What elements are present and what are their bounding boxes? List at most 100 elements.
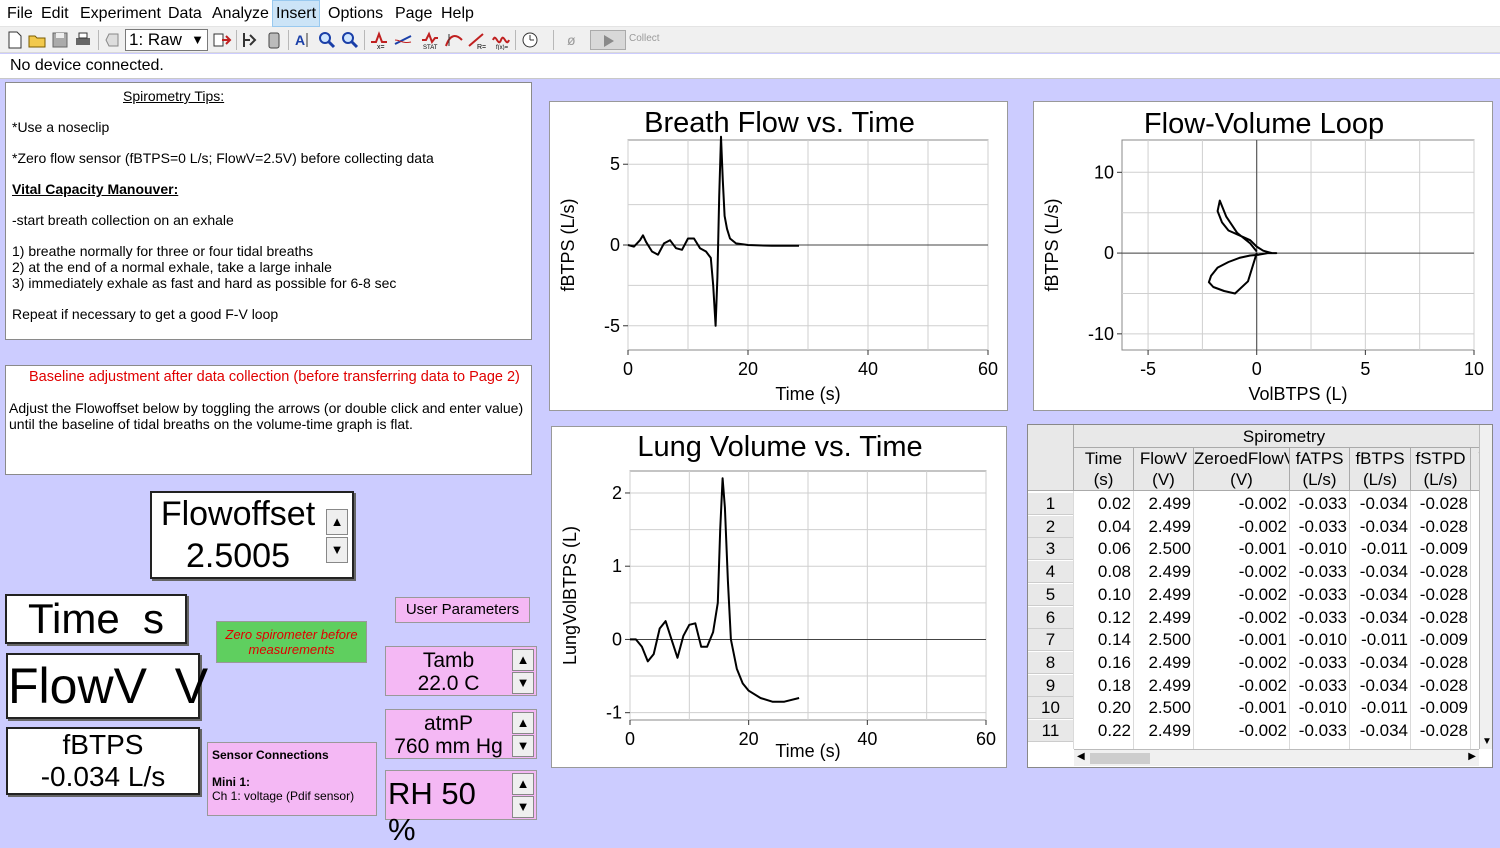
table-cell[interactable]: 2.500 [1134, 538, 1191, 560]
table-cell[interactable]: 0.10 [1074, 584, 1131, 606]
table-cell[interactable]: -0.034 [1350, 493, 1408, 515]
table-cell[interactable]: -0.034 [1350, 516, 1408, 538]
scroll-thumb[interactable] [1090, 753, 1150, 764]
open-folder-icon[interactable] [27, 30, 47, 50]
zoom-out-icon[interactable] [340, 30, 360, 50]
atmp-parameter[interactable]: atmP 760 mm Hg ▲ ▼ [385, 709, 537, 759]
table-cell[interactable]: 2.499 [1134, 720, 1191, 742]
table-cell[interactable]: -0.002 [1194, 561, 1287, 583]
table-cell[interactable]: -0.028 [1411, 584, 1468, 606]
table-cell[interactable]: 0.02 [1074, 493, 1131, 515]
table-row-number[interactable]: 11 [1028, 720, 1074, 742]
flow-volume-chart[interactable]: Flow-Volume Loop -5 0 5 10 10 0 -10 VolBTPS (L) f… [1033, 101, 1493, 411]
flowv-meter[interactable]: FlowV V [6, 653, 208, 719]
table-cell[interactable]: -0.009 [1411, 697, 1468, 719]
table-cell[interactable]: -0.028 [1411, 607, 1468, 629]
table-cell[interactable]: -0.034 [1350, 652, 1408, 674]
page-select[interactable]: 1: Raw ▼ [125, 29, 208, 51]
table-row-number[interactable]: 2 [1028, 515, 1074, 538]
lung-volume-chart[interactable]: Lung Volume vs. Time 0 20 40 60 2 1 0 -1 Time (s)… [551, 426, 1007, 768]
table-cell[interactable]: 2.500 [1134, 629, 1191, 651]
table-cell[interactable]: -0.010 [1290, 697, 1347, 719]
table-cell[interactable]: -0.028 [1411, 516, 1468, 538]
curve-fit-icon[interactable]: f(x)= [491, 30, 511, 50]
table-cell[interactable]: -0.002 [1194, 607, 1287, 629]
user-parameters-button[interactable]: User Parameters [395, 597, 530, 623]
table-cell[interactable]: -0.028 [1411, 720, 1468, 742]
linear-fit-icon[interactable]: R= [467, 30, 487, 50]
table-cell[interactable]: -0.034 [1350, 561, 1408, 583]
table-cell[interactable]: -0.028 [1411, 561, 1468, 583]
table-row-number[interactable]: 4 [1028, 561, 1074, 584]
table-cell[interactable]: -0.011 [1350, 629, 1408, 651]
page-forward-icon[interactable] [212, 30, 232, 50]
table-cell[interactable]: -0.033 [1290, 516, 1347, 538]
table-cell[interactable]: 0.22 [1074, 720, 1131, 742]
table-cell[interactable]: 2.499 [1134, 652, 1191, 674]
page-back-icon[interactable] [103, 30, 123, 50]
menu-experiment[interactable]: Experiment [77, 0, 164, 27]
scroll-down-icon[interactable]: ▼ [1482, 736, 1492, 747]
table-cell[interactable]: 0.16 [1074, 652, 1131, 674]
save-icon[interactable] [50, 30, 70, 50]
table-row-number[interactable]: 8 [1028, 651, 1074, 674]
table-column-header[interactable]: ZeroedFlowV (V) [1194, 448, 1290, 491]
table-cell[interactable]: -0.002 [1194, 675, 1287, 697]
zoom-in-icon[interactable] [317, 30, 337, 50]
table-cell[interactable]: -0.028 [1411, 675, 1468, 697]
table-cell[interactable]: -0.033 [1290, 652, 1347, 674]
scroll-right-icon[interactable]: ▶ [1468, 751, 1476, 762]
table-icon[interactable] [241, 30, 261, 50]
table-cell[interactable]: -0.034 [1350, 675, 1408, 697]
table-cell[interactable]: -0.033 [1290, 493, 1347, 515]
flowoffset-decrement[interactable]: ▼ [326, 537, 348, 563]
tamb-parameter[interactable]: Tamb 22.0 C ▲ ▼ [385, 646, 537, 696]
table-cell[interactable]: -0.002 [1194, 493, 1287, 515]
table-cell[interactable]: 2.499 [1134, 675, 1191, 697]
table-row-number[interactable]: 1 [1028, 493, 1074, 515]
flowoffset-increment[interactable]: ▲ [326, 509, 348, 535]
menu-page[interactable]: Page [392, 0, 435, 27]
rh-decrement[interactable]: ▼ [512, 796, 534, 818]
time-meter[interactable]: Time s [5, 594, 187, 644]
zero-icon[interactable]: ø [562, 30, 582, 50]
table-cell[interactable]: -0.033 [1290, 584, 1347, 606]
menu-file[interactable]: File [4, 0, 36, 27]
table-cell[interactable]: -0.033 [1290, 561, 1347, 583]
examine-icon[interactable]: x= [369, 30, 389, 50]
spirometry-tips-panel[interactable]: Spirometry Tips: *Use a noseclip *Zero f… [5, 82, 532, 340]
table-row-number[interactable]: 3 [1028, 538, 1074, 561]
table-row-number[interactable]: 9 [1028, 674, 1074, 697]
table-cell[interactable]: 0.12 [1074, 607, 1131, 629]
table-cell[interactable]: -0.010 [1290, 629, 1347, 651]
table-cell[interactable]: 0.20 [1074, 697, 1131, 719]
table-cell[interactable]: -0.002 [1194, 652, 1287, 674]
table-cell[interactable]: -0.011 [1350, 538, 1408, 560]
rh-increment[interactable]: ▲ [512, 773, 534, 795]
table-cell[interactable]: -0.001 [1194, 697, 1287, 719]
table-cell[interactable]: 2.500 [1134, 697, 1191, 719]
atmp-decrement[interactable]: ▼ [512, 735, 534, 757]
rh-parameter[interactable]: RH 50 % ▲ ▼ [385, 770, 537, 847]
table-cell[interactable]: -0.010 [1290, 538, 1347, 560]
table-cell[interactable]: 0.04 [1074, 516, 1131, 538]
autoscale-icon[interactable]: A [293, 30, 313, 50]
table-row-number[interactable]: 10 [1028, 697, 1074, 720]
print-icon[interactable] [73, 30, 93, 50]
table-cell[interactable]: -0.011 [1350, 697, 1408, 719]
table-column-header[interactable]: fBTPS (L/s) [1350, 448, 1411, 491]
statistics-icon[interactable]: STAT [420, 30, 440, 50]
menu-analyze[interactable]: Analyze [209, 0, 272, 27]
table-cell[interactable]: -0.033 [1290, 607, 1347, 629]
baseline-panel[interactable]: Baseline adjustment after data collectio… [5, 365, 532, 475]
table-column-header[interactable]: fATPS (L/s) [1290, 448, 1350, 491]
menu-data[interactable]: Data [165, 0, 205, 27]
table-cell[interactable]: -0.028 [1411, 652, 1468, 674]
table-row-number[interactable]: 5 [1028, 583, 1074, 606]
table-column-header[interactable]: Time (s) [1074, 448, 1134, 491]
table-cell[interactable]: 2.499 [1134, 561, 1191, 583]
table-cell[interactable]: -0.002 [1194, 516, 1287, 538]
table-cell[interactable]: -0.002 [1194, 720, 1287, 742]
table-column-header[interactable]: FlowV (V) [1134, 448, 1194, 491]
menu-insert[interactable]: Insert [272, 0, 321, 27]
